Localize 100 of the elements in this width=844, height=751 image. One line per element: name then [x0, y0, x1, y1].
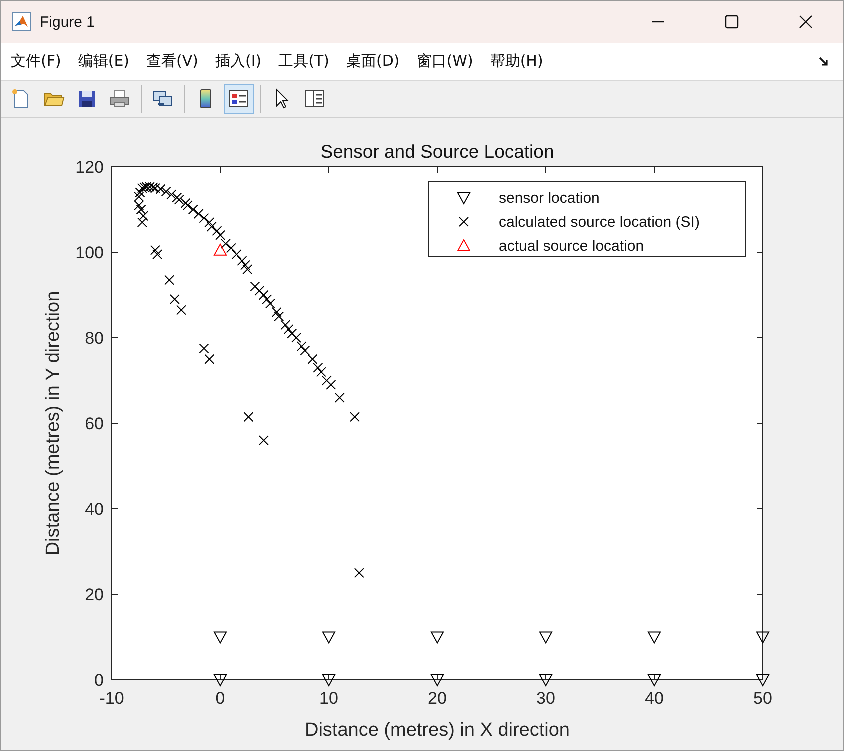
cross-marker	[206, 222, 217, 232]
cross-marker	[194, 209, 204, 220]
cross-marker	[137, 218, 148, 228]
cross-marker	[258, 290, 269, 300]
cross-marker	[137, 183, 148, 194]
cross-marker	[199, 213, 210, 224]
cross-marker	[166, 190, 177, 200]
legend-label: sensor location	[499, 190, 600, 207]
tick-label: 60	[85, 414, 104, 434]
cross-marker	[156, 184, 166, 194]
cross-marker	[161, 186, 172, 197]
cross-marker	[274, 312, 284, 322]
tick-label: -10	[100, 689, 124, 708]
dock-arrow-icon[interactable]	[819, 56, 829, 66]
menu-item[interactable]: 工具(T)	[278, 52, 330, 71]
x-axis-label: Distance (metres) in X direction	[304, 720, 570, 741]
menu-item[interactable]: 帮助(H)	[490, 52, 544, 71]
tick-label: 10	[320, 689, 338, 708]
cross-marker	[272, 307, 282, 318]
triangle-marker	[648, 674, 662, 688]
cross-marker	[350, 412, 360, 422]
cross-marker	[204, 354, 215, 364]
triangle-marker	[430, 632, 444, 644]
cross-marker	[204, 218, 215, 228]
cross-marker	[134, 192, 144, 202]
cross-marker	[284, 324, 294, 334]
legend-label: calculated source location (SI)	[499, 214, 700, 231]
triangle-marker	[756, 674, 770, 688]
tick-label: 120	[76, 158, 104, 177]
cross-marker	[220, 238, 231, 249]
tick-label: 0	[94, 671, 104, 690]
cross-marker	[164, 275, 174, 286]
cross-marker	[232, 250, 242, 260]
tick-label: 20	[85, 586, 104, 604]
triangle-marker	[756, 632, 770, 644]
cross-marker	[280, 320, 291, 330]
close-icon[interactable]	[799, 15, 813, 29]
triangle-marker	[214, 632, 228, 644]
tick-label: 0	[216, 689, 226, 708]
cross-marker	[258, 436, 269, 446]
cross-marker	[291, 333, 302, 343]
cross-marker	[138, 211, 148, 222]
cross-marker	[322, 376, 332, 386]
triangle-marker	[648, 632, 662, 644]
cross-marker	[313, 362, 324, 373]
tick-label: 40	[645, 689, 664, 708]
menu-item[interactable]: 窗口(W)	[416, 52, 474, 71]
cross-marker	[176, 305, 186, 316]
cross-marker	[152, 250, 163, 260]
cross-marker	[226, 243, 236, 254]
menu-item[interactable]: 查看(V)	[146, 52, 198, 71]
window-title: Figure 1	[40, 14, 96, 30]
cross-marker	[237, 256, 248, 266]
cross-marker	[240, 260, 250, 270]
menu-item[interactable]: 文件(F)	[11, 52, 62, 71]
triangle-marker	[322, 632, 336, 644]
cross-marker	[188, 204, 198, 215]
menu-item[interactable]: 桌面(D)	[346, 52, 400, 71]
triangle-marker	[214, 674, 228, 688]
legend-label: actual source location	[499, 238, 644, 255]
cross-marker	[296, 342, 307, 352]
triangle-marker	[430, 674, 444, 688]
chart-title: Sensor and Source Location	[320, 141, 554, 162]
y-axis-label: Distance (metres) in Y direction	[43, 291, 64, 556]
cross-marker	[254, 286, 265, 296]
cross-marker	[308, 354, 318, 364]
tick-label: 50	[754, 689, 772, 708]
cross-marker	[300, 346, 310, 356]
cross-marker	[199, 344, 210, 354]
menu-item[interactable]: 编辑(E)	[78, 52, 130, 71]
cross-marker	[212, 226, 222, 236]
cross-marker	[326, 380, 336, 390]
cross-marker	[354, 568, 364, 578]
menu-item[interactable]: 插入(I)	[216, 52, 262, 71]
cross-marker	[170, 294, 180, 305]
cross-marker	[262, 294, 272, 305]
cross-marker	[242, 264, 253, 275]
cross-marker	[216, 230, 226, 240]
cross-marker	[316, 367, 326, 378]
cross-marker	[144, 182, 155, 192]
app-icon	[12, 12, 32, 32]
cross-marker	[136, 204, 146, 215]
cross-marker	[287, 328, 298, 339]
cross-marker	[150, 245, 160, 256]
triangle-marker	[539, 632, 553, 644]
triangle-marker	[214, 243, 228, 256]
tick-label: 100	[76, 244, 104, 262]
maximize-icon[interactable]	[725, 15, 739, 29]
triangle-marker	[539, 674, 553, 688]
tick-label: 80	[85, 329, 104, 348]
cross-marker	[334, 392, 345, 403]
legend-icon[interactable]	[224, 84, 254, 114]
cross-marker	[244, 412, 254, 422]
tick-label: 40	[85, 500, 104, 519]
cross-marker	[265, 298, 276, 309]
cross-marker	[134, 200, 144, 210]
triangle-marker	[322, 674, 336, 688]
cross-marker	[250, 282, 260, 292]
tick-label: 20	[428, 689, 447, 708]
cross-marker	[135, 188, 146, 198]
